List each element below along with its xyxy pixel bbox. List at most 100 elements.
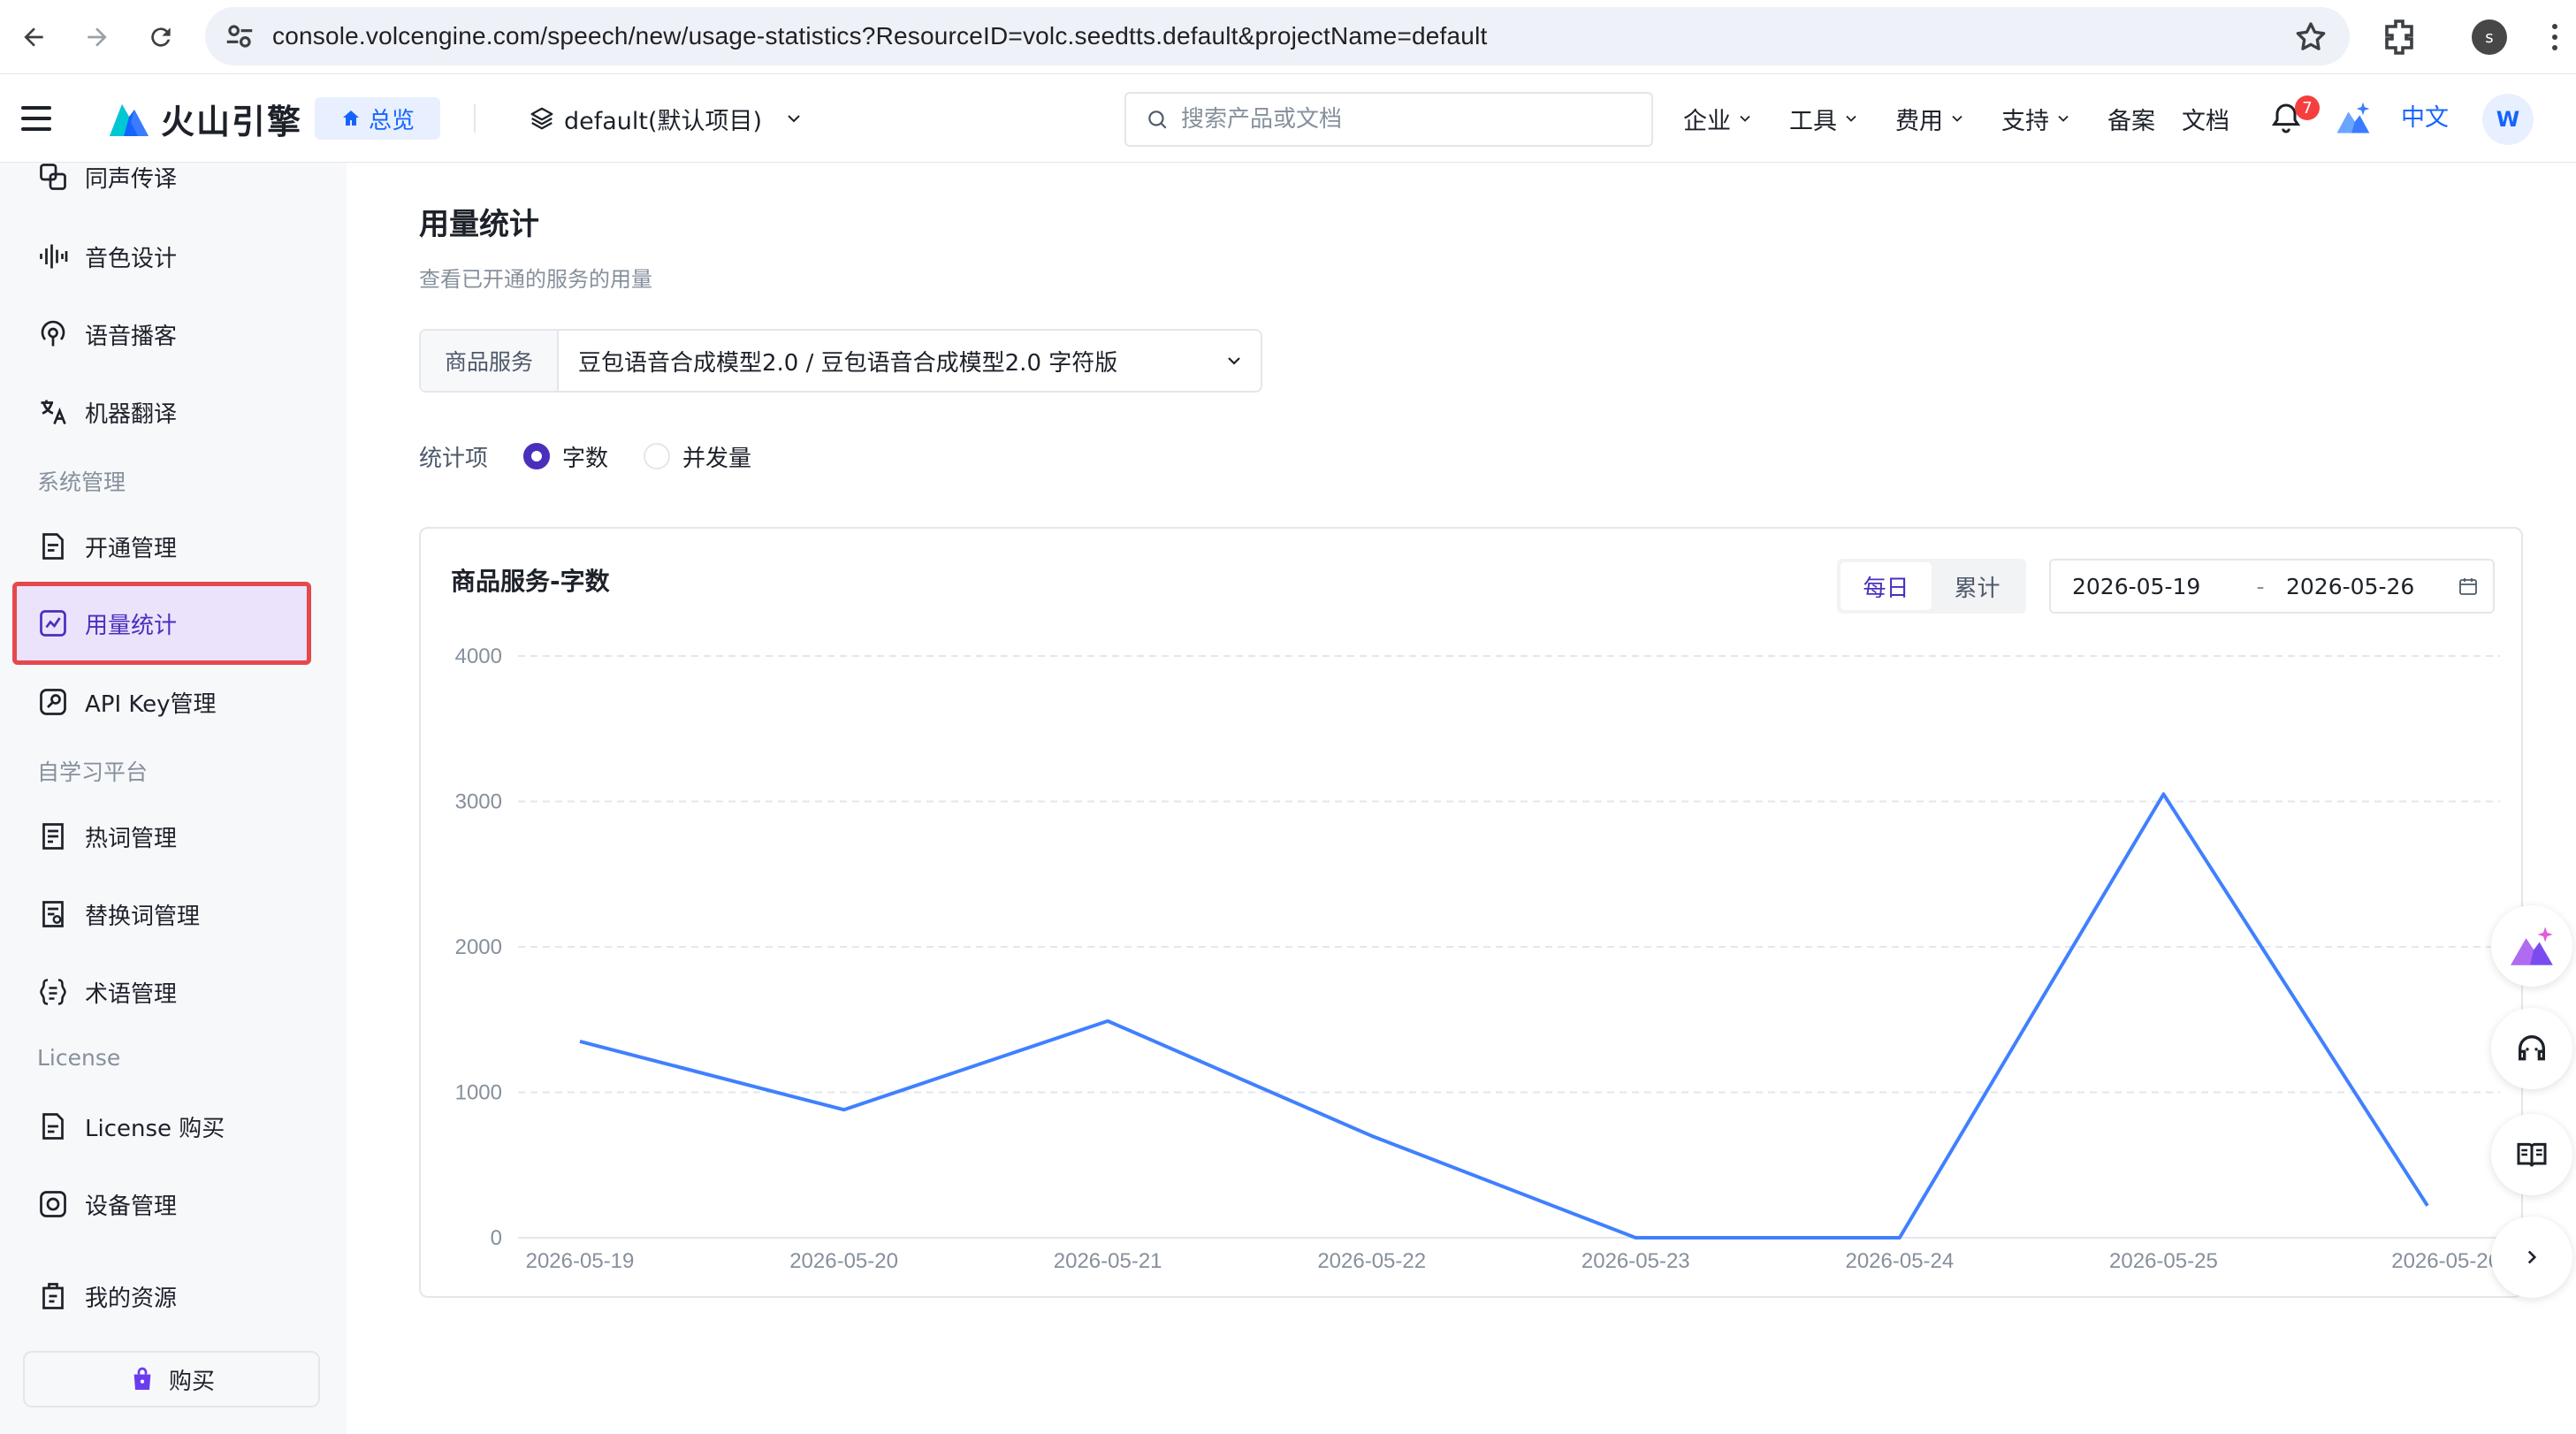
home-icon [342, 111, 359, 126]
stat-item-row: 统计项 字数 并发量 [419, 439, 751, 474]
search-input[interactable] [1181, 106, 1605, 133]
radio-word-count-label: 字数 [562, 445, 609, 472]
menu-enterprise[interactable]: 企业 [1683, 97, 1754, 140]
calendar-icon[interactable] [2458, 576, 2479, 597]
address-bar[interactable]: console.volcengine.com/speech/new/usage-… [205, 7, 2350, 65]
sidebar-item-label: 开通管理 [85, 535, 178, 562]
radio-concurrency[interactable]: 并发量 [644, 440, 751, 473]
floating-docs-button[interactable] [2491, 1114, 2572, 1195]
project-name: default(默认项目) [564, 107, 763, 135]
sidebar: 同声传译 音色设计 语音播客 机器翻译 系统管理 开通管理 用量统计 API K… [0, 163, 347, 1434]
activation-icon [42, 533, 64, 560]
date-range-picker[interactable]: 2026-05-19 - 2026-05-26 [2049, 559, 2495, 614]
menu-support[interactable]: 支持 [2001, 97, 2072, 140]
buy-button[interactable]: 购买 [23, 1351, 320, 1407]
url-text[interactable]: console.volcengine.com/speech/new/usage-… [272, 7, 1487, 65]
sidebar-item-simultaneous-interpretation[interactable]: 同声传译 [12, 163, 311, 209]
sidebar-item-my-resources[interactable]: 我的资源 [12, 1264, 311, 1328]
browser-profile-avatar[interactable]: s [2472, 19, 2507, 55]
user-avatar[interactable]: W [2482, 94, 2534, 145]
waveform-icon [40, 244, 68, 269]
x-tick-label: 2026-05-23 [1581, 1249, 1690, 1273]
y-tick-label: 1000 [455, 1081, 502, 1105]
layers-icon [530, 107, 553, 130]
app-header: 火山引擎 总览 default(默认项目) 企业 工具 费用 支持 备案 文档 … [0, 74, 2576, 163]
floating-ai-assistant-button[interactable] [2491, 905, 2572, 987]
service-select-label: 商品服务 [421, 331, 559, 391]
floating-expand-button[interactable] [2491, 1217, 2572, 1298]
menu-billing[interactable]: 费用 [1895, 97, 1966, 140]
language-switch[interactable]: 中文 [2401, 97, 2449, 140]
brand-name: 火山引擎 [161, 102, 303, 141]
chevron-down-icon [1952, 115, 1962, 122]
x-tick-label: 2026-05-20 [789, 1249, 898, 1273]
reload-icon[interactable] [140, 16, 182, 58]
chevron-right-icon [2527, 1250, 2537, 1264]
menu-docs[interactable]: 文档 [2182, 97, 2229, 140]
back-icon[interactable] [12, 16, 55, 58]
project-selector[interactable]: default(默认项目) [529, 97, 804, 140]
sidebar-item-label: 机器翻译 [85, 400, 178, 428]
search-box[interactable] [1124, 92, 1653, 147]
forward-icon[interactable] [76, 16, 118, 58]
floating-support-button[interactable] [2491, 1008, 2572, 1089]
sidebar-item-machine-translation[interactable]: 机器翻译 [12, 380, 311, 444]
chevron-down-icon [2058, 115, 2069, 122]
radio-dot[interactable] [644, 443, 671, 469]
translate-sim-icon [40, 164, 66, 190]
radio-word-count[interactable]: 字数 [523, 440, 608, 473]
bookmark-star-icon[interactable] [2293, 19, 2328, 55]
sidebar-item-replace-word[interactable]: 替换词管理 [12, 882, 311, 946]
key-icon [40, 689, 66, 715]
browser-menu-icon[interactable] [2537, 16, 2572, 58]
ai-assistant-icon[interactable] [2334, 99, 2373, 138]
brand-logo[interactable]: 火山引擎 [106, 95, 302, 141]
page-title: 用量统计 [419, 207, 539, 242]
tab-cumulative[interactable]: 累计 [1932, 562, 2023, 610]
extensions-icon[interactable] [2378, 16, 2420, 58]
sidebar-item-podcast[interactable]: 语音播客 [12, 302, 311, 366]
menu-toggle-icon[interactable] [21, 106, 51, 131]
service-select-value[interactable]: 豆包语音合成模型2.0 / 豆包语音合成模型2.0 字符版 [559, 331, 1208, 391]
sidebar-item-license-purchase[interactable]: License 购买 [12, 1095, 311, 1158]
menu-enterprise-label: 企业 [1683, 107, 1731, 135]
service-selector[interactable]: 商品服务 豆包语音合成模型2.0 / 豆包语音合成模型2.0 字符版 [419, 329, 1262, 393]
series-line[interactable] [579, 792, 2429, 1239]
overview-button[interactable]: 总览 [315, 97, 440, 140]
sidebar-item-usage-statistics[interactable]: 用量统计 [12, 582, 311, 665]
menu-tools-label: 工具 [1789, 107, 1837, 135]
sidebar-item-device[interactable]: 设备管理 [12, 1172, 311, 1236]
sidebar-item-hotword[interactable]: 热词管理 [12, 805, 311, 868]
sidebar-item-activation[interactable]: 开通管理 [12, 515, 311, 578]
usage-chart-card: 0 1000 2000 3000 4000 2026-05-19 2026-05-20 202… [419, 527, 2523, 1298]
sidebar-item-terminology[interactable]: 术语管理 [12, 960, 311, 1024]
sidebar-item-label: 热词管理 [85, 825, 178, 852]
sidebar-item-label: 术语管理 [85, 980, 178, 1008]
sidebar-group-license: License [37, 1045, 121, 1071]
menu-billing-label: 费用 [1895, 107, 1943, 135]
radio-concurrency-label: 并发量 [682, 445, 752, 472]
menu-tools[interactable]: 工具 [1789, 97, 1860, 140]
menu-filing-label: 备案 [2107, 107, 2155, 135]
radio-dot[interactable] [523, 443, 551, 469]
sidebar-group-system: 系统管理 [37, 469, 126, 495]
x-tick-label: 2026-05-26 [2391, 1249, 2500, 1273]
page-subtitle: 查看已开通的服务的用量 [419, 267, 652, 292]
tab-daily[interactable]: 每日 [1841, 562, 1932, 610]
volcano-logo-icon [110, 104, 149, 136]
chart-card-title: 商品服务-字数 [451, 567, 610, 596]
overview-label: 总览 [368, 107, 415, 134]
sidebar-item-api-key[interactable]: API Key管理 [12, 670, 311, 734]
menu-filing[interactable]: 备案 [2107, 97, 2155, 140]
x-tick-label: 2026-05-25 [2109, 1249, 2218, 1273]
sidebar-item-voice-design[interactable]: 音色设计 [12, 225, 311, 288]
y-tick-label: 3000 [455, 790, 502, 814]
site-settings-icon[interactable] [223, 19, 256, 53]
date-end[interactable]: 2026-05-26 [2286, 574, 2454, 599]
menu-docs-label: 文档 [2182, 107, 2229, 135]
date-start[interactable]: 2026-05-19 [2072, 574, 2240, 599]
sidebar-item-label: 设备管理 [85, 1193, 178, 1220]
resource-icon [42, 1283, 64, 1309]
replace-word-icon [42, 901, 64, 927]
chevron-down-icon[interactable] [1208, 331, 1261, 391]
